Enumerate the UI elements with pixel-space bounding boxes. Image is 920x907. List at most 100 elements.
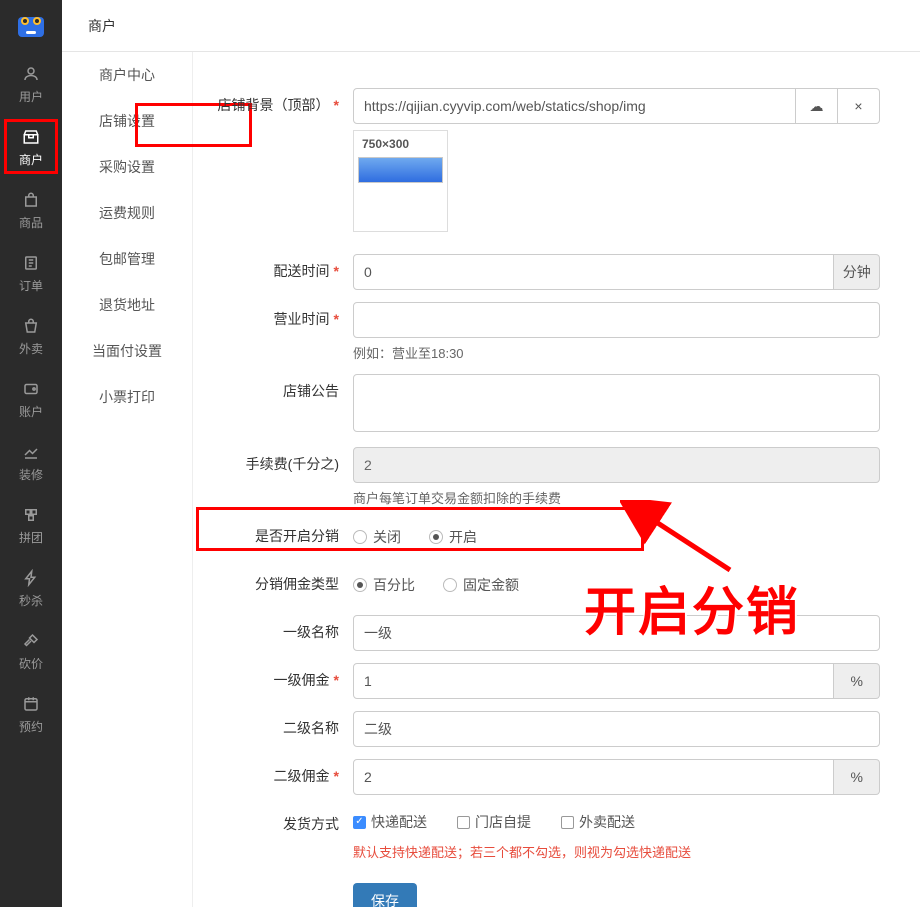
app-logo [0,0,62,52]
nav-user[interactable]: 用户 [0,52,62,115]
hammer-icon [21,631,41,651]
delivery-time-input[interactable] [353,254,834,290]
nav-merchant[interactable]: 商户 [0,115,62,178]
nav-label: 商品 [19,214,43,231]
brush-icon [21,442,41,462]
l1-name-input[interactable] [353,615,880,651]
notice-textarea[interactable] [353,374,880,432]
radio-icon [443,578,457,592]
submenu-label: 店铺设置 [99,111,155,131]
submenu-label: 运费规则 [99,203,155,223]
label-fee: 手续费(千分之) [193,447,353,481]
l1-rate-input[interactable] [353,663,834,699]
clear-button[interactable]: × [838,88,880,124]
nav-booking[interactable]: 预约 [0,682,62,745]
label-delivery-time: 配送时间* [193,254,353,288]
submenu-facepay-settings[interactable]: 当面付设置 [62,328,192,374]
page-title: 商户 [88,16,116,36]
submenu-receipt-print[interactable]: 小票打印 [62,374,192,420]
checkbox-icon [457,816,470,829]
checkbox-icon [353,816,366,829]
nav-label: 砍价 [19,655,43,672]
left-sidebar: 用户 商户 商品 订单 外卖 账户 装修 拼团 秒杀 砍价 预约 [0,0,62,907]
submenu-return-address[interactable]: 退货地址 [62,282,192,328]
nav-order[interactable]: 订单 [0,241,62,304]
label-l2-name: 二级名称 [193,711,353,745]
nav-account[interactable]: 账户 [0,367,62,430]
shop-icon [21,127,41,147]
thumb-image [358,157,443,183]
radio-icon [353,530,367,544]
submenu-label: 小票打印 [99,387,155,407]
checkbox-icon [561,816,574,829]
submenu-shop-settings[interactable]: 店铺设置 [62,98,192,144]
save-button[interactable]: 保存 [353,883,417,907]
l2-name-input[interactable] [353,711,880,747]
submenu-merchant-center[interactable]: 商户中心 [62,52,192,98]
label-shop-bg: 店铺背景（顶部）* [193,88,353,122]
submenu-label: 当面付设置 [92,341,162,361]
label-dist-switch: 是否开启分销 [193,519,353,553]
submenu-label: 商户中心 [99,65,155,85]
chk-takeaway[interactable]: 外卖配送 [561,812,635,832]
submenu-label: 退货地址 [99,295,155,315]
nav-takeout[interactable]: 外卖 [0,304,62,367]
label-biz-hours: 营业时间* [193,302,353,336]
submenu: 商户中心 店铺设置 采购设置 运费规则 包邮管理 退货地址 当面付设置 小票打印 [62,52,193,907]
biz-hours-hint: 例如：营业至18:30 [353,343,880,362]
submenu-free-shipping[interactable]: 包邮管理 [62,236,192,282]
fee-hint: 商户每笔订单交易金额扣除的手续费 [353,488,880,507]
biz-hours-input[interactable] [353,302,880,338]
cloud-upload-icon: ☁ [810,98,824,115]
unit-minute: 分钟 [834,254,880,290]
chk-express[interactable]: 快递配送 [353,812,427,832]
submenu-purchase-settings[interactable]: 采购设置 [62,144,192,190]
topbar: 商户 [62,0,920,52]
nav-decorate[interactable]: 装修 [0,430,62,493]
main-form: 店铺背景（顶部）* ☁ × 750×300 配送时间* 分钟 营业时间* [193,52,920,907]
nav-seckill[interactable]: 秒杀 [0,556,62,619]
nav-label: 装修 [19,466,43,483]
unit-percent: % [834,759,880,795]
chk-label: 门店自提 [475,812,531,832]
radio-label: 百分比 [373,575,415,595]
radio-dist-on[interactable]: 开启 [429,527,477,547]
wallet-icon [21,379,41,399]
radio-label: 固定金额 [463,575,519,595]
radio-label: 关闭 [373,527,401,547]
nav-label: 订单 [19,277,43,294]
nav-label: 外卖 [19,340,43,357]
group-icon [21,505,41,525]
nav-groupon[interactable]: 拼团 [0,493,62,556]
radio-icon [353,578,367,592]
nav-bargain[interactable]: 砍价 [0,619,62,682]
flash-icon [21,568,41,588]
radio-dist-off[interactable]: 关闭 [353,527,401,547]
label-comm-type: 分销佣金类型 [193,567,353,601]
upload-button[interactable]: ☁ [796,88,838,124]
nav-goods[interactable]: 商品 [0,178,62,241]
chk-pickup[interactable]: 门店自提 [457,812,531,832]
nav-label: 秒杀 [19,592,43,609]
radio-label: 开启 [449,527,477,547]
radio-icon [429,530,443,544]
bg-thumbnail: 750×300 [353,130,448,232]
radio-percent[interactable]: 百分比 [353,575,415,595]
close-icon: × [854,98,862,114]
label-ship: 发货方式 [193,807,353,841]
chk-label: 快递配送 [371,812,427,832]
shop-bg-input[interactable] [353,88,796,124]
submenu-freight-rules[interactable]: 运费规则 [62,190,192,236]
user-icon [21,64,41,84]
nav-label: 账户 [19,403,43,420]
label-l1-name: 一级名称 [193,615,353,649]
order-icon [21,253,41,273]
unit-percent: % [834,663,880,699]
nav-label: 预约 [19,718,43,735]
ship-hint: 默认支持快递配送；若三个都不勾选，则视为勾选快递配送 [353,842,880,861]
l2-rate-input[interactable] [353,759,834,795]
submenu-label: 包邮管理 [99,249,155,269]
label-l2-rate: 二级佣金* [193,759,353,793]
calendar-icon [21,694,41,714]
radio-fixed[interactable]: 固定金额 [443,575,519,595]
